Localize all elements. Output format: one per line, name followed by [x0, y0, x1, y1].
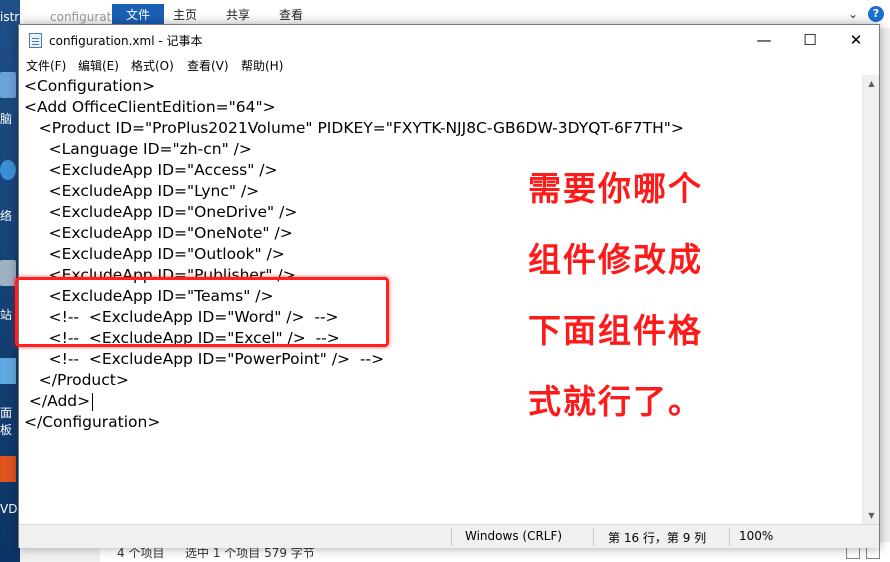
desktop-label: 面板	[0, 406, 13, 437]
menu-help[interactable]: 帮助(H)	[241, 57, 283, 74]
code-line: </Add>	[24, 392, 91, 410]
code-line: <ExcludeApp ID="Access" />	[24, 161, 278, 179]
highlight-box	[15, 277, 389, 347]
code-line: </Product>	[24, 371, 129, 389]
status-divider	[729, 528, 730, 546]
network-icon[interactable]	[0, 160, 16, 180]
annotation-line: 式就行了。	[528, 382, 703, 421]
status-divider	[593, 528, 594, 546]
menu-format[interactable]: 格式(O)	[131, 57, 174, 74]
text-caret	[92, 393, 93, 411]
annotation-line: 组件修改成	[528, 240, 703, 279]
code-line: <ExcludeApp ID="Outlook" />	[24, 245, 285, 263]
app-shortcut-icon[interactable]	[0, 456, 16, 482]
vertical-scrollbar[interactable]: ▲ ▼	[862, 75, 879, 524]
code-line: <ExcludeApp ID="OneNote" />	[24, 224, 293, 242]
status-zoom: 100%	[739, 529, 774, 543]
status-encoding: Windows (CRLF)	[465, 529, 563, 543]
scroll-down-icon[interactable]: ▼	[863, 507, 880, 524]
desktop-label: istr	[0, 10, 20, 24]
notepad-icon	[29, 33, 42, 48]
menu-view[interactable]: 查看(V)	[187, 57, 229, 74]
recycle-bin-icon[interactable]	[0, 260, 16, 286]
annotation-line: 下面组件格	[528, 311, 703, 350]
control-panel-icon[interactable]	[0, 358, 16, 384]
code-line: </Configuration>	[24, 413, 161, 431]
menu-bar: 文件(F) 编辑(E) 格式(O) 查看(V) 帮助(H)	[19, 55, 879, 75]
annotation-line: 需要你哪个	[528, 169, 703, 208]
help-icon[interactable]: ?	[868, 6, 884, 22]
maximize-button[interactable]: ☐	[787, 25, 833, 55]
chevron-down-icon[interactable]: ⌄	[848, 7, 858, 21]
scroll-up-icon[interactable]: ▲	[863, 75, 880, 92]
desktop-label: 络	[0, 209, 13, 223]
code-line: <ExcludeApp ID="OneDrive" />	[24, 203, 298, 221]
status-bar: Windows (CRLF) 第 16 行，第 9 列 100%	[19, 524, 879, 548]
menu-edit[interactable]: 编辑(E)	[78, 57, 119, 74]
code-line: <Add OfficeClientEdition="64">	[24, 98, 276, 116]
window-title: configuration.xml - 记事本	[49, 34, 203, 48]
computer-icon[interactable]	[0, 72, 16, 98]
code-line: <Language ID="zh-cn" />	[24, 140, 252, 158]
menu-file[interactable]: 文件(F)	[26, 57, 66, 74]
code-line: <!-- <ExcludeApp ID="PowerPoint" /> -->	[24, 350, 385, 368]
status-cursor-position: 第 16 行，第 9 列	[608, 531, 707, 545]
desktop-label: 站	[0, 308, 13, 322]
code-line: <Product ID="ProPlus2021Volume" PIDKEY="…	[24, 119, 684, 137]
title-bar[interactable]: configuration.xml - 记事本 — ☐ ✕	[19, 25, 879, 55]
close-button[interactable]: ✕	[833, 25, 879, 55]
status-divider	[451, 528, 452, 546]
code-line: <Configuration>	[24, 77, 156, 95]
desktop-label: 脑	[0, 112, 13, 126]
code-line: <ExcludeApp ID="Lync" />	[24, 182, 260, 200]
minimize-button[interactable]: —	[741, 25, 787, 55]
